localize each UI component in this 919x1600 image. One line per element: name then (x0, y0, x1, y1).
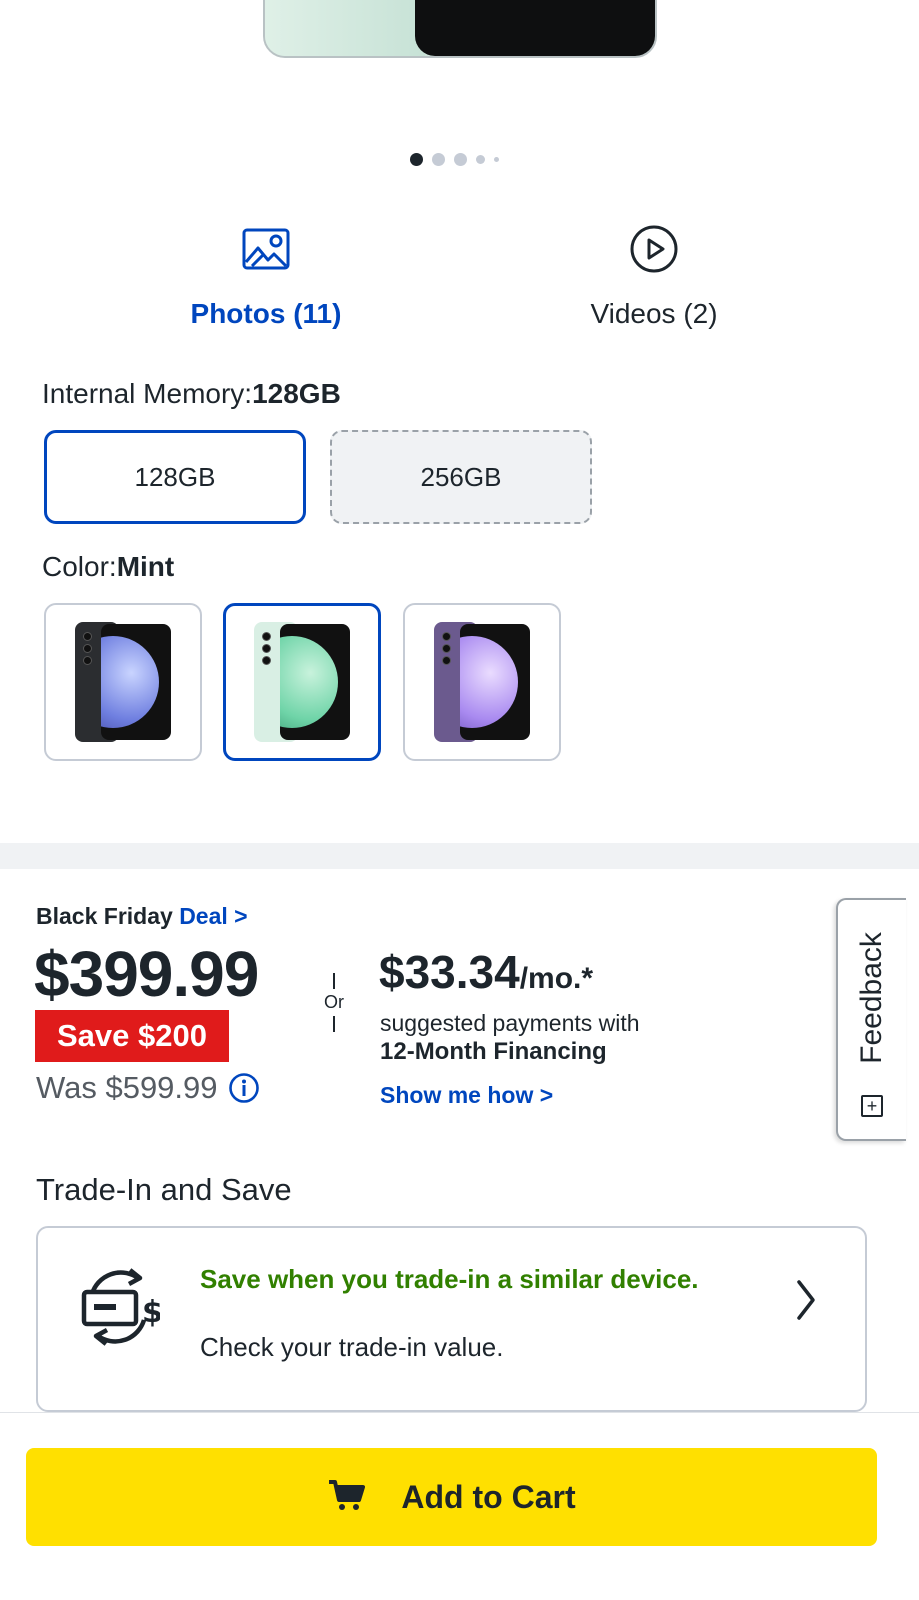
carousel-dot[interactable] (432, 153, 445, 166)
tab-photos[interactable]: Photos (11) (146, 222, 386, 330)
phone-thumbnail (254, 622, 350, 742)
trade-in-cycle-icon: $ (78, 1264, 163, 1353)
memory-option-label: 128GB (134, 461, 216, 492)
memory-option-128gb[interactable]: 128GB (44, 430, 306, 524)
carousel-dots[interactable] (410, 153, 499, 166)
image-icon (146, 222, 386, 276)
trade-in-card[interactable]: $ Save when you trade-in a similar devic… (36, 1226, 867, 1412)
color-heading: Color:Mint (42, 551, 174, 583)
memory-selected-value: 128GB (252, 378, 341, 409)
color-swatch-purple[interactable] (403, 603, 561, 761)
chevron-right-icon (795, 1278, 817, 1327)
financing-suggested-text: suggested payments with (380, 1010, 640, 1036)
tab-videos-label: Videos (2) (590, 298, 718, 329)
phone-thumbnail (434, 622, 530, 742)
section-divider (0, 843, 919, 869)
tab-videos[interactable]: Videos (2) (534, 222, 774, 330)
memory-heading: Internal Memory:128GB (42, 378, 341, 410)
memory-option-label: 256GB (420, 461, 502, 492)
memory-option-256gb[interactable]: 256GB (330, 430, 592, 524)
add-to-cart-button[interactable]: Add to Cart (26, 1448, 877, 1546)
monthly-price: $33.34/mo.* (379, 945, 593, 999)
or-separator: Or (318, 973, 350, 1032)
play-circle-icon (534, 222, 774, 276)
trade-in-subtext: Check your trade-in value. (200, 1332, 504, 1362)
color-swatch-mint[interactable] (223, 603, 381, 761)
trade-in-heading: Trade-In and Save (36, 1172, 292, 1207)
phone-back-mint (265, 0, 425, 56)
carousel-dot[interactable] (476, 155, 485, 164)
financing-plan: 12-Month Financing (380, 1038, 607, 1065)
current-price: $399.99 (34, 938, 259, 1010)
trade-in-headline: Save when you trade-in a similar device. (200, 1264, 699, 1294)
memory-label: Internal Memory: (42, 378, 253, 409)
color-selected-value: Mint (116, 551, 175, 582)
deal-prefix: Black Friday (36, 903, 173, 929)
was-price-text: Was $599.99 (36, 1070, 218, 1105)
phone-thumbnail (75, 622, 171, 742)
add-to-cart-label: Add to Cart (401, 1478, 576, 1515)
was-price: Was $599.99 (36, 1070, 260, 1106)
phone-screen (415, 0, 655, 56)
deal-link[interactable]: Deal > (179, 903, 247, 929)
carousel-dot[interactable] (454, 153, 467, 166)
product-hero-image[interactable] (0, 0, 919, 140)
show-me-how-link[interactable]: Show me how > (380, 1082, 553, 1109)
svg-text:$: $ (142, 1295, 160, 1330)
tab-photos-label: Photos (11) (190, 298, 342, 329)
save-badge: Save $200 (35, 1010, 229, 1062)
monthly-suffix: /mo.* (519, 962, 594, 995)
monthly-amount: $33.34 (379, 946, 520, 998)
plus-box-icon: + (861, 1095, 883, 1117)
feedback-tab[interactable]: Feedback + (836, 898, 906, 1141)
color-label: Color: (42, 551, 117, 582)
color-swatch-graphite[interactable] (44, 603, 202, 761)
feedback-label: Feedback (855, 932, 888, 1064)
carousel-dot[interactable] (410, 153, 423, 166)
or-label: Or (324, 992, 344, 1012)
phone-image (263, 0, 657, 58)
cart-icon (327, 1478, 367, 1517)
carousel-dot[interactable] (494, 157, 499, 162)
bottom-divider (0, 1412, 919, 1413)
info-icon[interactable] (228, 1072, 260, 1104)
deal-line: Black Friday Deal > (36, 903, 248, 930)
